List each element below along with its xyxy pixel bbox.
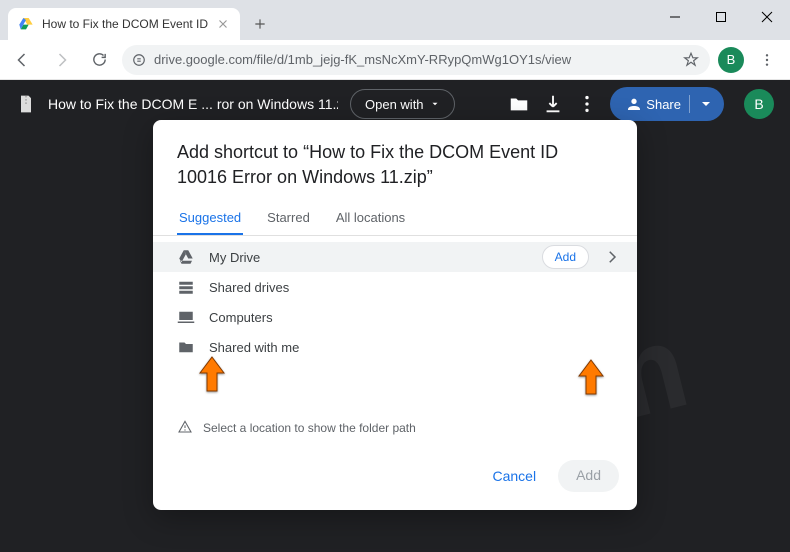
open-with-button[interactable]: Open with: [350, 89, 455, 119]
reload-button[interactable]: [84, 45, 114, 75]
browser-menu-button[interactable]: [752, 45, 782, 75]
back-button[interactable]: [8, 45, 38, 75]
add-here-button[interactable]: Add: [542, 245, 589, 269]
download-icon[interactable]: [542, 93, 564, 115]
share-button[interactable]: Share: [610, 87, 724, 121]
maximize-button[interactable]: [698, 0, 744, 34]
add-button-disabled: Add: [558, 460, 619, 492]
my-drive-icon: [177, 248, 195, 266]
cancel-button[interactable]: Cancel: [478, 460, 550, 492]
tab-all-locations[interactable]: All locations: [334, 202, 407, 235]
location-row-computers[interactable]: Computers: [153, 302, 637, 332]
folder-path-hint: Select a location to show the folder pat…: [153, 408, 637, 448]
row-label: Computers: [209, 310, 621, 325]
close-window-button[interactable]: [744, 0, 790, 34]
new-tab-button[interactable]: [246, 10, 274, 38]
open-with-label: Open with: [365, 97, 424, 112]
browser-toolbar: drive.google.com/file/d/1mb_jejg-fK_msNc…: [0, 40, 790, 80]
caret-down-icon: [430, 99, 440, 109]
more-actions-icon[interactable]: [576, 93, 598, 115]
close-tab-icon[interactable]: [216, 17, 230, 31]
tab-suggested[interactable]: Suggested: [177, 202, 243, 235]
location-row-shared-with-me[interactable]: Shared with me: [153, 332, 637, 362]
hint-text: Select a location to show the folder pat…: [203, 421, 416, 435]
location-row-my-drive[interactable]: My Drive Add: [153, 242, 637, 272]
tab-starred[interactable]: Starred: [265, 202, 312, 235]
row-label: My Drive: [209, 250, 528, 265]
share-label: Share: [646, 97, 681, 112]
info-icon: [177, 420, 193, 436]
account-avatar[interactable]: B: [744, 89, 774, 119]
url-text: drive.google.com/file/d/1mb_jejg-fK_msNc…: [154, 52, 674, 67]
computers-icon: [177, 308, 195, 326]
browser-profile-avatar[interactable]: B: [718, 47, 744, 73]
address-bar[interactable]: drive.google.com/file/d/1mb_jejg-fK_msNc…: [122, 45, 710, 75]
tab-title: How to Fix the DCOM Event ID: [42, 17, 208, 31]
window-controls: [652, 0, 790, 34]
dialog-title: Add shortcut to “How to Fix the DCOM Eve…: [153, 120, 637, 202]
add-to-drive-icon[interactable]: [508, 93, 530, 115]
caret-down-icon: [698, 96, 714, 112]
minimize-button[interactable]: [652, 0, 698, 34]
drive-favicon: [18, 16, 34, 32]
dialog-tabs: Suggested Starred All locations: [153, 202, 637, 236]
viewer-filename: How to Fix the DCOM E ... ror on Windows…: [48, 96, 338, 112]
chevron-right-icon[interactable]: [603, 248, 621, 266]
location-row-shared-drives[interactable]: Shared drives: [153, 272, 637, 302]
forward-button[interactable]: [46, 45, 76, 75]
site-info-icon: [132, 53, 146, 67]
shared-with-me-icon: [177, 338, 195, 356]
add-shortcut-dialog: Add shortcut to “How to Fix the DCOM Eve…: [153, 120, 637, 510]
browser-tab[interactable]: How to Fix the DCOM Event ID: [8, 8, 240, 40]
row-label: Shared with me: [209, 340, 621, 355]
row-label: Shared drives: [209, 280, 621, 295]
location-list: My Drive Add Shared drives Computers Sha…: [153, 236, 637, 368]
zip-file-icon: [16, 94, 36, 114]
bookmark-star-icon[interactable]: [682, 51, 700, 69]
dialog-actions: Cancel Add: [153, 448, 637, 510]
shared-drives-icon: [177, 278, 195, 296]
person-add-icon: [624, 96, 640, 112]
